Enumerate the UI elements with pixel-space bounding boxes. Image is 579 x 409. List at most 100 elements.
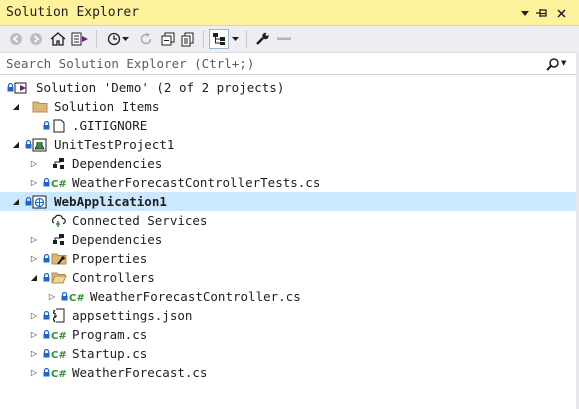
toolbar-separator: [203, 30, 204, 48]
expand-arrow-icon[interactable]: ▷: [29, 173, 39, 192]
solution-icon: [13, 79, 30, 96]
expand-arrow-icon[interactable]: ▷: [29, 344, 39, 363]
tree-item-label: Program.cs: [72, 327, 148, 342]
tree-item-weatherforecastcontroller[interactable]: ▷ C# WeatherForecastController.cs: [0, 287, 576, 306]
tree-item-unittestproject1[interactable]: ◢ UnitTestProject1: [0, 135, 576, 154]
csharp-file-icon: C#: [68, 288, 85, 305]
json-file-icon: [50, 307, 67, 324]
tree-item-label: Connected Services: [72, 213, 208, 228]
collapse-arrow-icon[interactable]: ◢: [29, 268, 39, 287]
expand-arrow-icon[interactable]: ▷: [29, 306, 39, 325]
title-bar: Solution Explorer: [0, 0, 579, 26]
tree-item-webapplication1[interactable]: ◢ WebApplication1: [0, 192, 576, 211]
lock-icon: [42, 116, 50, 135]
search-options-dropdown-icon[interactable]: ▼: [561, 59, 566, 67]
tree-item-label: Properties: [72, 251, 148, 266]
tree-item-dependencies[interactable]: ▷ Dependencies: [0, 230, 576, 249]
tree-item-controllers[interactable]: ◢ Controllers: [0, 268, 576, 287]
expand-arrow-icon[interactable]: ▷: [29, 230, 39, 249]
lock-icon: [60, 287, 68, 306]
collapse-all-icon[interactable]: [158, 29, 178, 49]
lock-icon: [42, 325, 50, 344]
tree-item-program[interactable]: ▷ C# Program.cs: [0, 325, 576, 344]
auto-hide-pin-icon[interactable]: [534, 4, 550, 22]
forward-icon[interactable]: [26, 29, 46, 49]
svg-text:C#: C#: [51, 350, 67, 360]
tree-item-startup[interactable]: ▷ C# Startup.cs: [0, 344, 576, 363]
folder-icon: [31, 98, 48, 115]
lock-icon: [42, 268, 50, 287]
tree-item-label: Dependencies: [72, 156, 163, 171]
tree-item-gitignore[interactable]: .GITIGNORE: [0, 116, 576, 135]
file-icon: [50, 117, 67, 134]
expand-arrow-icon[interactable]: ▷: [29, 325, 39, 344]
sync-dropdown-icon[interactable]: [230, 29, 240, 49]
tree-item-connected-services[interactable]: Connected Services: [0, 211, 576, 230]
solution-tree: Solution 'Demo' (2 of 2 projects) ◢ Solu…: [0, 78, 576, 382]
tree-item-label: Dependencies: [72, 232, 163, 247]
connected-services-icon: [50, 212, 67, 229]
back-icon[interactable]: [6, 29, 26, 49]
toolbar-separator: [96, 30, 97, 48]
tree-item-label: UnitTestProject1: [54, 137, 175, 152]
tree-item-label: WeatherForecastControllerTests.cs: [72, 175, 321, 190]
tree-item-weatherforecastcontrollertests[interactable]: ▷ C# WeatherForecastControllerTests.cs: [0, 173, 576, 192]
folder-open-icon: [50, 269, 67, 286]
expand-arrow-icon[interactable]: ▷: [29, 363, 39, 382]
csharp-file-icon: C#: [50, 345, 67, 362]
csharp-file-icon: C#: [50, 326, 67, 343]
window-title: Solution Explorer: [6, 5, 140, 20]
tree-item-weatherforecast[interactable]: ▷ C# WeatherForecast.cs: [0, 363, 576, 382]
lock-icon: [42, 173, 50, 192]
svg-text:C#: C#: [69, 293, 85, 303]
expand-arrow-icon[interactable]: ▷: [29, 154, 39, 173]
csharp-file-icon: C#: [50, 174, 67, 191]
toolbar: [0, 26, 579, 53]
lock-icon: [42, 249, 50, 268]
tree-item-label: WebApplication1: [54, 194, 167, 209]
window-position-dropdown-icon[interactable]: [517, 4, 533, 22]
svg-text:C#: C#: [51, 369, 67, 379]
expand-arrow-icon[interactable]: ▷: [29, 249, 39, 268]
properties-folder-icon: [50, 250, 67, 267]
svg-text:C#: C#: [51, 179, 67, 189]
expand-arrow-icon[interactable]: ▷: [47, 287, 57, 306]
dependencies-icon: [50, 231, 67, 248]
tree-item-solution[interactable]: Solution 'Demo' (2 of 2 projects): [0, 78, 576, 97]
tree-item-label: Solution 'Demo' (2 of 2 projects): [36, 80, 285, 95]
preview-selected-items-icon[interactable]: [274, 29, 294, 49]
test-project-icon: [31, 136, 48, 153]
tree-item-label: Solution Items: [54, 99, 160, 114]
close-icon[interactable]: [553, 4, 569, 22]
home-icon[interactable]: [48, 29, 68, 49]
refresh-icon[interactable]: [136, 29, 156, 49]
svg-text:C#: C#: [51, 331, 67, 341]
tree-item-label: Startup.cs: [72, 346, 148, 361]
sync-active-document-icon[interactable]: [209, 29, 229, 49]
search-bar: ▼: [0, 53, 579, 75]
search-input[interactable]: [2, 54, 542, 73]
tree-item-label: .GITIGNORE: [72, 118, 148, 133]
tree-item-appsettings[interactable]: ▷ appsettings.json: [0, 306, 576, 325]
tree-item-dependencies[interactable]: ▷ Dependencies: [0, 154, 576, 173]
lock-icon: [42, 363, 50, 382]
search-icon[interactable]: [544, 55, 560, 73]
web-project-icon: [31, 193, 48, 210]
lock-icon: [42, 306, 50, 325]
toolbar-separator: [246, 30, 247, 48]
lock-icon: [42, 344, 50, 363]
properties-icon[interactable]: [253, 29, 273, 49]
collapse-arrow-icon[interactable]: ◢: [11, 135, 21, 154]
switch-views-icon[interactable]: [70, 29, 90, 49]
collapse-arrow-icon[interactable]: ◢: [11, 192, 21, 211]
tree-item-label: WeatherForecastController.cs: [90, 289, 301, 304]
filter-dropdown-icon[interactable]: [120, 29, 130, 49]
csharp-file-icon: C#: [50, 364, 67, 381]
collapse-arrow-icon[interactable]: ◢: [11, 97, 21, 116]
dependencies-icon: [50, 155, 67, 172]
tree-item-label: Controllers: [72, 270, 155, 285]
show-all-files-icon[interactable]: [178, 29, 198, 49]
tree-item-solution-items[interactable]: ◢ Solution Items: [0, 97, 576, 116]
tree-item-label: WeatherForecast.cs: [72, 365, 208, 380]
tree-item-properties[interactable]: ▷ Properties: [0, 249, 576, 268]
